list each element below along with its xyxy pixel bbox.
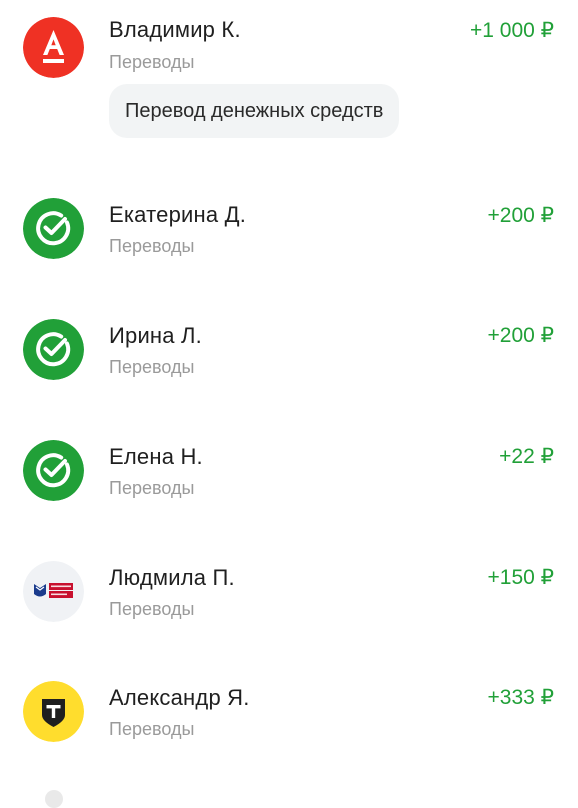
transaction-amount: +1 000 ₽: [469, 19, 554, 42]
transaction-name: Елена Н.: [109, 444, 203, 469]
transaction-name: Александр Я.: [109, 685, 250, 710]
transaction-row[interactable]: Александр Я. Переводы +333 ₽: [0, 665, 578, 785]
transaction-amount: +200 ₽: [487, 204, 555, 227]
transaction-amount: +200 ₽: [487, 324, 555, 347]
transaction-note: Перевод денежных средств: [109, 84, 400, 138]
transaction-name: Людмила П.: [109, 565, 235, 590]
transaction-category: Переводы: [109, 52, 195, 72]
transaction-note-text: Перевод денежных средств: [125, 99, 384, 122]
next-row-avatar: [45, 790, 63, 808]
transaction-row[interactable]: Елена Н. Переводы +22 ₽: [0, 425, 578, 545]
transaction-category: Переводы: [109, 478, 195, 498]
transaction-category: Переводы: [109, 357, 195, 377]
transaction-category: Переводы: [109, 599, 195, 619]
pochta-bank-icon: [23, 561, 84, 622]
sber-bank-icon: [23, 440, 84, 501]
transaction-amount: +150 ₽: [487, 566, 555, 589]
transaction-row[interactable]: Ирина Л. Переводы +200 ₽: [0, 305, 578, 425]
alfa-bank-icon: [23, 17, 84, 78]
transaction-category: Переводы: [109, 719, 195, 739]
transaction-name: Екатерина Д.: [109, 202, 247, 227]
transaction-category: Переводы: [109, 236, 195, 256]
sber-bank-icon: [23, 319, 84, 380]
transaction-row[interactable]: Екатерина Д. Переводы +200 ₽: [0, 185, 578, 305]
transaction-row[interactable]: Людмила П. Переводы +150 ₽: [0, 545, 578, 665]
transaction-row[interactable]: Владимир К. Переводы +1 000 ₽ Перевод де…: [0, 0, 578, 138]
t-bank-icon: [23, 681, 84, 742]
sber-bank-icon: [23, 198, 84, 259]
transaction-name: Владимир К.: [109, 17, 241, 42]
transaction-name: Ирина Л.: [109, 323, 202, 348]
transaction-amount: +22 ₽: [499, 445, 554, 468]
transaction-amount: +333 ₽: [487, 686, 555, 709]
